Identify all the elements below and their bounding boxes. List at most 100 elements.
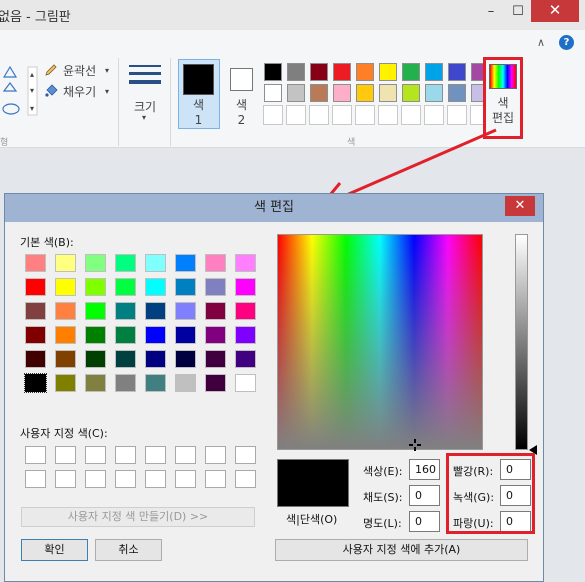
basic-color-swatch[interactable] <box>235 278 256 296</box>
saturation-input[interactable]: 0 <box>409 485 440 506</box>
basic-color-swatch[interactable] <box>235 326 256 344</box>
basic-color-swatch[interactable] <box>25 254 46 272</box>
palette-swatch[interactable] <box>356 84 374 102</box>
basic-color-swatch[interactable] <box>145 254 166 272</box>
palette-swatch[interactable] <box>379 63 397 81</box>
hue-input[interactable]: 160 <box>409 459 440 480</box>
basic-color-swatch[interactable] <box>175 278 196 296</box>
fill-dropdown-icon[interactable]: ▾ <box>105 87 109 96</box>
basic-color-swatch[interactable] <box>115 326 136 344</box>
basic-color-swatch[interactable] <box>115 278 136 296</box>
color2-label[interactable]: 색2 <box>227 98 256 128</box>
basic-color-swatch[interactable] <box>85 254 106 272</box>
basic-color-swatch[interactable] <box>175 350 196 368</box>
basic-color-swatch[interactable] <box>115 302 136 320</box>
minimize-button[interactable]: – <box>478 0 504 24</box>
collapse-ribbon-icon[interactable]: ∧ <box>537 36 551 50</box>
palette-swatch[interactable] <box>425 84 443 102</box>
palette-swatch[interactable] <box>264 84 282 102</box>
palette-swatch[interactable] <box>264 63 282 81</box>
define-custom-colors-button[interactable]: 사용자 지정 색 만들기(D) >> <box>21 507 255 527</box>
custom-color-swatch[interactable] <box>145 470 166 488</box>
basic-color-swatch[interactable] <box>55 326 76 344</box>
luminance-slider[interactable] <box>515 234 528 450</box>
palette-empty-slot[interactable] <box>263 105 283 125</box>
palette-swatch[interactable] <box>333 84 351 102</box>
basic-color-swatch[interactable] <box>115 374 136 392</box>
basic-color-swatch[interactable] <box>55 254 76 272</box>
custom-color-swatch[interactable] <box>235 446 256 464</box>
basic-color-swatch[interactable] <box>85 374 106 392</box>
palette-swatch[interactable] <box>356 63 374 81</box>
color2-swatch[interactable] <box>230 68 253 91</box>
add-to-custom-colors-button[interactable]: 사용자 지정 색에 추가(A) <box>275 539 528 561</box>
custom-color-swatch[interactable] <box>235 470 256 488</box>
custom-color-swatch[interactable] <box>115 470 136 488</box>
basic-color-swatch[interactable] <box>25 326 46 344</box>
palette-empty-slot[interactable] <box>309 105 329 125</box>
basic-color-swatch[interactable] <box>235 374 256 392</box>
basic-color-swatch[interactable] <box>175 326 196 344</box>
custom-color-swatch[interactable] <box>85 446 106 464</box>
outline-dropdown-icon[interactable]: ▾ <box>105 66 109 75</box>
basic-color-swatch[interactable] <box>175 374 196 392</box>
palette-empty-slot[interactable] <box>355 105 375 125</box>
custom-color-swatch[interactable] <box>55 446 76 464</box>
basic-color-swatch[interactable] <box>85 350 106 368</box>
color-spectrum[interactable] <box>277 234 483 450</box>
palette-swatch[interactable] <box>333 63 351 81</box>
custom-color-swatch[interactable] <box>55 470 76 488</box>
palette-swatch[interactable] <box>402 63 420 81</box>
custom-color-swatch[interactable] <box>205 446 226 464</box>
custom-color-swatch[interactable] <box>145 446 166 464</box>
help-icon[interactable]: ? <box>559 35 574 50</box>
custom-color-swatch[interactable] <box>205 470 226 488</box>
basic-color-swatch[interactable] <box>145 302 166 320</box>
palette-empty-slot[interactable] <box>447 105 467 125</box>
cancel-button[interactable]: 취소 <box>95 539 162 561</box>
palette-swatch[interactable] <box>379 84 397 102</box>
palette-empty-slot[interactable] <box>378 105 398 125</box>
basic-color-swatch[interactable] <box>205 374 226 392</box>
basic-color-swatch[interactable] <box>55 278 76 296</box>
luminance-input[interactable]: 0 <box>409 511 440 532</box>
palette-swatch[interactable] <box>448 84 466 102</box>
basic-color-swatch[interactable] <box>205 326 226 344</box>
shapes-gallery[interactable]: ▴ ▾ ▾ <box>0 63 40 121</box>
dialog-close-button[interactable]: ✕ <box>505 196 535 216</box>
size-dropdown-icon[interactable]: ▾ <box>142 113 146 122</box>
palette-swatch[interactable] <box>425 63 443 81</box>
ok-button[interactable]: 확인 <box>21 539 88 561</box>
basic-color-swatch[interactable] <box>175 254 196 272</box>
palette-empty-slot[interactable] <box>424 105 444 125</box>
outline-button[interactable]: 윤곽선 <box>63 62 96 79</box>
palette-swatch[interactable] <box>310 84 328 102</box>
basic-color-swatch[interactable] <box>115 350 136 368</box>
basic-color-swatch[interactable] <box>175 302 196 320</box>
basic-color-swatch[interactable] <box>235 254 256 272</box>
palette-swatch[interactable] <box>402 84 420 102</box>
custom-color-swatch[interactable] <box>25 470 46 488</box>
basic-color-swatch[interactable] <box>145 374 166 392</box>
basic-color-swatch[interactable] <box>25 302 46 320</box>
maximize-button[interactable]: ☐ <box>505 0 531 24</box>
basic-color-swatch[interactable] <box>55 374 76 392</box>
palette-swatch[interactable] <box>448 63 466 81</box>
custom-color-swatch[interactable] <box>175 446 196 464</box>
basic-color-swatch[interactable] <box>145 278 166 296</box>
basic-color-swatch[interactable] <box>85 326 106 344</box>
close-button[interactable]: ✕ <box>531 0 579 22</box>
basic-color-swatch[interactable] <box>235 302 256 320</box>
basic-color-swatch[interactable] <box>205 254 226 272</box>
basic-color-swatch[interactable] <box>145 326 166 344</box>
custom-color-swatch[interactable] <box>85 470 106 488</box>
fill-button[interactable]: 채우기 <box>63 83 96 100</box>
crosshair-icon[interactable] <box>409 439 421 451</box>
basic-color-swatch[interactable] <box>25 278 46 296</box>
palette-empty-slot[interactable] <box>286 105 306 125</box>
palette-empty-slot[interactable] <box>332 105 352 125</box>
basic-color-swatch[interactable] <box>85 302 106 320</box>
custom-color-swatch[interactable] <box>175 470 196 488</box>
basic-color-swatch[interactable] <box>115 254 136 272</box>
custom-color-swatch[interactable] <box>115 446 136 464</box>
